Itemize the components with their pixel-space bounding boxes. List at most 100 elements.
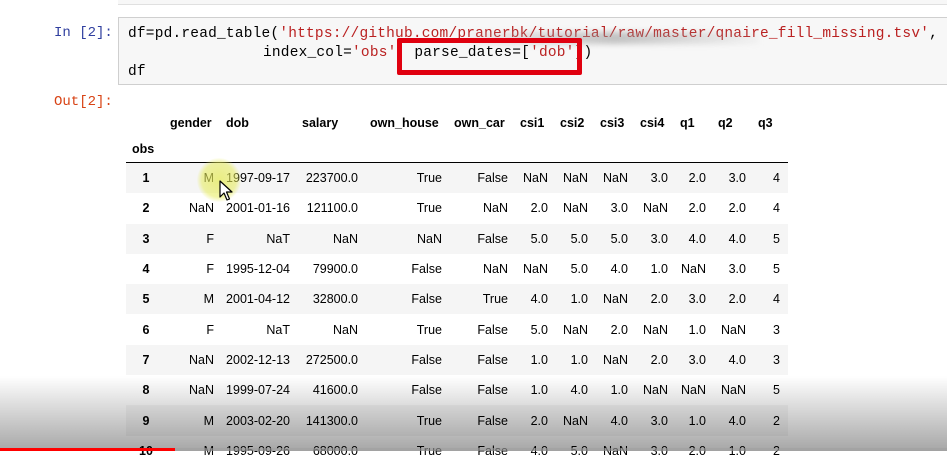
output-prompt: Out[2]:: [54, 94, 113, 110]
code-cell-input[interactable]: df=pd.read_table('https://github.com/pra…: [118, 17, 947, 85]
table-cell: NaN: [602, 352, 628, 367]
table-cell: 1999-07-24: [226, 383, 290, 398]
table-cell: False: [477, 352, 508, 367]
column-header: csi1: [520, 116, 545, 130]
table-cell: 2001-01-16: [226, 201, 290, 216]
row-index: 4: [142, 262, 150, 277]
table-cell: 3: [773, 322, 780, 337]
table-cell: False: [477, 383, 508, 398]
table-cell: NaN: [416, 231, 442, 246]
column-header: csi3: [600, 116, 625, 130]
table-cell: 5.0: [530, 231, 548, 246]
table-cell: 2.0: [688, 201, 706, 216]
table-cell: NaN: [642, 383, 668, 398]
column-header: q2: [718, 116, 733, 130]
table-cell: 2: [773, 413, 780, 428]
mouse-pointer-icon: [219, 180, 233, 201]
table-cell: M: [203, 292, 214, 307]
table-cell: NaN: [332, 231, 358, 246]
table-cell: 1.0: [688, 322, 706, 337]
table-cell: 2.0: [650, 292, 668, 307]
table-cell: 4.0: [728, 352, 746, 367]
table-cell: 2002-12-13: [226, 352, 290, 367]
table-cell: 4.0: [570, 383, 588, 398]
table-cell: 3.0: [650, 171, 668, 186]
table-cell: True: [416, 171, 442, 186]
table-cell: 1.0: [570, 292, 588, 307]
table-cell: 4: [773, 201, 780, 216]
table-cell: 2001-04-12: [226, 292, 290, 307]
table-cell: 3.0: [688, 292, 706, 307]
table-cell: 1.0: [570, 352, 588, 367]
table-cell: NaN: [482, 262, 508, 277]
table-row: 7 NaN 2002-12-13 272500.0 False False 1.0 1.0 Na…: [126, 344, 788, 376]
table-cell: NaN: [642, 322, 668, 337]
table-cell: False: [411, 352, 442, 367]
row-index: 8: [142, 383, 150, 398]
table-row: 4 F 1995-12-04 79900.0 False NaN NaN 5.0 4.0 1.0 N…: [126, 254, 788, 284]
row-index: 9: [142, 413, 150, 428]
table-cell: 223700.0: [305, 171, 358, 186]
table-cell: NaN: [680, 383, 706, 398]
table-cell: 1995-12-04: [226, 262, 290, 277]
table-cell: 4: [773, 171, 780, 186]
table-cell: 121100.0: [306, 201, 358, 216]
column-header: q3: [758, 116, 773, 130]
table-cell: 4.0: [610, 413, 628, 428]
table-cell: 1.0: [650, 262, 668, 277]
table-cell: NaN: [562, 171, 588, 186]
index-name: obs: [132, 142, 155, 156]
table-cell: 2003-02-20: [226, 413, 290, 428]
table-cell: 2.0: [728, 292, 746, 307]
table-cell: True: [416, 201, 442, 216]
table-cell: 141300.0: [305, 413, 358, 428]
row-index: 2: [142, 201, 150, 216]
column-header: salary: [302, 116, 339, 130]
table-cell: 2.0: [650, 352, 668, 367]
table-cell: 5: [773, 262, 780, 277]
table-row: 6 F NaT NaN True False 5.0 NaN 2.0 NaN 1.0 NaN 3: [126, 314, 788, 344]
table-cell: False: [477, 322, 508, 337]
table-cell: 3.0: [688, 352, 706, 367]
table-cell: 32800.0: [312, 292, 358, 307]
column-header: own_car: [454, 116, 505, 130]
column-header: dob: [226, 116, 249, 130]
table-cell: F: [206, 322, 214, 337]
table-cell: 41600.0: [312, 383, 358, 398]
table-cell: 2.0: [530, 201, 548, 216]
table-cell: 5.0: [610, 231, 628, 246]
previous-cell-edge: [118, 0, 947, 5]
table-cell: 3.0: [728, 262, 746, 277]
table-cell: False: [477, 171, 508, 186]
table-cell: 5.0: [570, 262, 588, 277]
column-header: csi4: [640, 116, 665, 130]
table-cell: 4.0: [728, 231, 746, 246]
table-row: 9 M 2003-02-20 141300.0 True False 2.0 NaN 4.0 3.…: [126, 405, 788, 436]
table-cell: False: [477, 413, 508, 428]
table-cell: 2.0: [688, 171, 706, 186]
table-cell: NaN: [188, 383, 214, 398]
table-cell: 3.0: [610, 201, 628, 216]
table-row: 3 F NaT NaN NaN False 5.0 5.0 5.0 3.0 4.0 4.0 5: [126, 223, 788, 254]
table-cell: F: [206, 262, 214, 277]
table-cell: NaN: [522, 262, 548, 277]
table-cell: NaN: [602, 171, 628, 186]
table-cell: False: [477, 231, 508, 246]
table-cell: 4.0: [728, 413, 746, 428]
table-cell: 2.0: [610, 322, 628, 337]
table-cell: 4.0: [530, 292, 548, 307]
table-cell: NaN: [562, 322, 588, 337]
table-cell: False: [411, 262, 442, 277]
row-index: 7: [142, 352, 150, 367]
table-cell: 3.0: [650, 413, 668, 428]
column-header: q1: [680, 116, 695, 130]
table-cell: NaN: [188, 352, 214, 367]
table-cell: 4.0: [688, 231, 706, 246]
table-cell: False: [411, 383, 442, 398]
input-prompt: In [2]:: [54, 25, 113, 41]
column-header: gender: [170, 116, 212, 130]
table-cell: 5.0: [530, 322, 548, 337]
column-header: own_house: [370, 116, 439, 130]
code-line-3: df: [128, 64, 146, 80]
row-index: 3: [142, 231, 150, 246]
